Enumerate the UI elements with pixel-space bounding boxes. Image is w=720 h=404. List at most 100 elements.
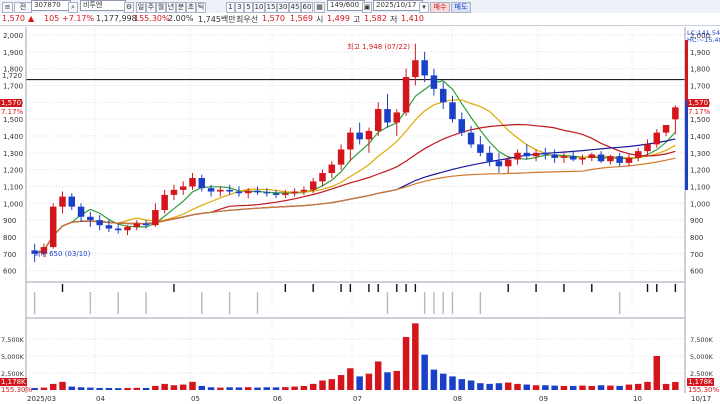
- signal-bar: [340, 284, 342, 292]
- volume-bar: [68, 386, 76, 390]
- candle-body: [328, 164, 336, 174]
- candle-body: [87, 216, 94, 221]
- candle-body: [254, 190, 261, 193]
- date-tick-label: 2025/03: [27, 395, 56, 403]
- signal-bar: [674, 284, 677, 292]
- candle-body: [672, 107, 679, 120]
- signal-bar: [256, 292, 259, 314]
- candle-body: [68, 196, 76, 207]
- signal-bar: [451, 292, 454, 314]
- volume-tick-label: 5,000K: [1, 353, 25, 361]
- volume-bar: [449, 376, 456, 390]
- signal-bar: [284, 284, 287, 292]
- volume-tick-label: 2,500K: [690, 370, 714, 378]
- candle-body: [198, 178, 206, 189]
- chart-background: [26, 27, 685, 393]
- volume-bar: [514, 383, 521, 390]
- volume-bar: [217, 387, 224, 390]
- signal-bar: [507, 284, 509, 292]
- volume-bar: [662, 383, 670, 390]
- low-annotation: 최저 650 (03/10): [34, 250, 91, 258]
- signal-bar: [433, 292, 435, 314]
- candle-body: [523, 152, 531, 157]
- candle-body: [133, 223, 141, 227]
- volume-tag-percent-right: 155.30%: [688, 386, 720, 394]
- price-tick-label: 1,300: [690, 150, 710, 158]
- volume-bar: [430, 369, 438, 390]
- signal-bar: [117, 292, 119, 314]
- volume-bar: [597, 385, 605, 390]
- price-tick-label: 900: [690, 217, 703, 225]
- volume-bar: [291, 386, 298, 390]
- price-tick-label: 1,900: [3, 49, 23, 57]
- signal-bar: [396, 284, 398, 292]
- price-tick-label: 1,700: [3, 82, 23, 90]
- signal-bar: [563, 284, 565, 292]
- volume-bar: [365, 373, 373, 390]
- candle-body: [467, 132, 475, 145]
- volume-bar: [244, 387, 252, 390]
- volume-bar: [142, 387, 150, 390]
- volume-bar: [300, 385, 308, 390]
- price-tick-label: 700: [3, 251, 16, 259]
- candle-body: [597, 154, 605, 162]
- stock-chart[interactable]: 2,000 2,0001,900 1,9001,800 1,8001,700 1,700…: [0, 0, 720, 404]
- volume-bar: [59, 381, 66, 390]
- volume-tick-label: 5,000K: [690, 353, 714, 361]
- volume-bar: [560, 385, 568, 390]
- volume-bar: [495, 383, 503, 390]
- candle-body: [319, 173, 326, 182]
- volume-bar: [161, 383, 168, 390]
- price-tick-label: 1,700: [690, 82, 710, 90]
- candle-body: [142, 223, 150, 226]
- volume-bar: [402, 336, 410, 390]
- candle-body: [49, 206, 57, 248]
- date-tick-label: 09: [539, 395, 548, 403]
- signal-bar: [349, 284, 352, 292]
- volume-bar: [207, 387, 215, 390]
- price-tag-percent: 7.17%: [1, 108, 24, 116]
- candle-body: [532, 152, 540, 157]
- volume-bar: [477, 383, 484, 390]
- candle-body: [569, 156, 577, 160]
- signal-bar: [312, 284, 314, 292]
- price-tick-label: 800: [690, 234, 703, 242]
- candle-body: [374, 109, 382, 131]
- volume-bar: [542, 385, 549, 390]
- volume-tag-percent: 155.30%: [1, 386, 33, 394]
- volume-bar: [467, 380, 475, 390]
- volume-bar: [588, 385, 596, 390]
- volume-bar: [328, 379, 336, 390]
- volume-bar: [504, 382, 512, 390]
- volume-bar: [235, 387, 243, 390]
- reference-line-label: 1,720: [2, 72, 23, 80]
- price-tick-label: 800: [3, 234, 16, 242]
- signal-bar: [656, 284, 658, 292]
- candle-body: [77, 206, 85, 217]
- volume-tick-label: 7,500K: [1, 336, 25, 344]
- price-tick-label: 1,300: [3, 150, 23, 158]
- date-tick-label: 08: [453, 395, 462, 403]
- price-tick-label: 1,500: [690, 116, 710, 124]
- volume-bar: [644, 381, 651, 390]
- price-tick-label: 1,000: [690, 200, 710, 208]
- volume-bar: [421, 354, 428, 390]
- candle-body: [495, 161, 503, 167]
- candle-body: [662, 125, 670, 133]
- candle-body: [244, 190, 252, 194]
- candle-body: [114, 228, 122, 231]
- volume-bar: [374, 361, 382, 390]
- candle-body: [235, 191, 243, 194]
- volume-bar: [672, 381, 679, 390]
- candle-body: [607, 156, 614, 162]
- volume-bar: [40, 387, 48, 390]
- signal-bar: [201, 292, 203, 314]
- candle-body: [439, 88, 447, 103]
- volume-bar: [384, 372, 391, 390]
- volume-bar: [77, 387, 85, 390]
- signal-bar: [535, 284, 537, 292]
- volume-bar: [189, 381, 196, 390]
- volume-bar: [114, 388, 122, 390]
- signal-bar: [377, 284, 379, 292]
- price-tick-label: 1,800: [690, 66, 710, 74]
